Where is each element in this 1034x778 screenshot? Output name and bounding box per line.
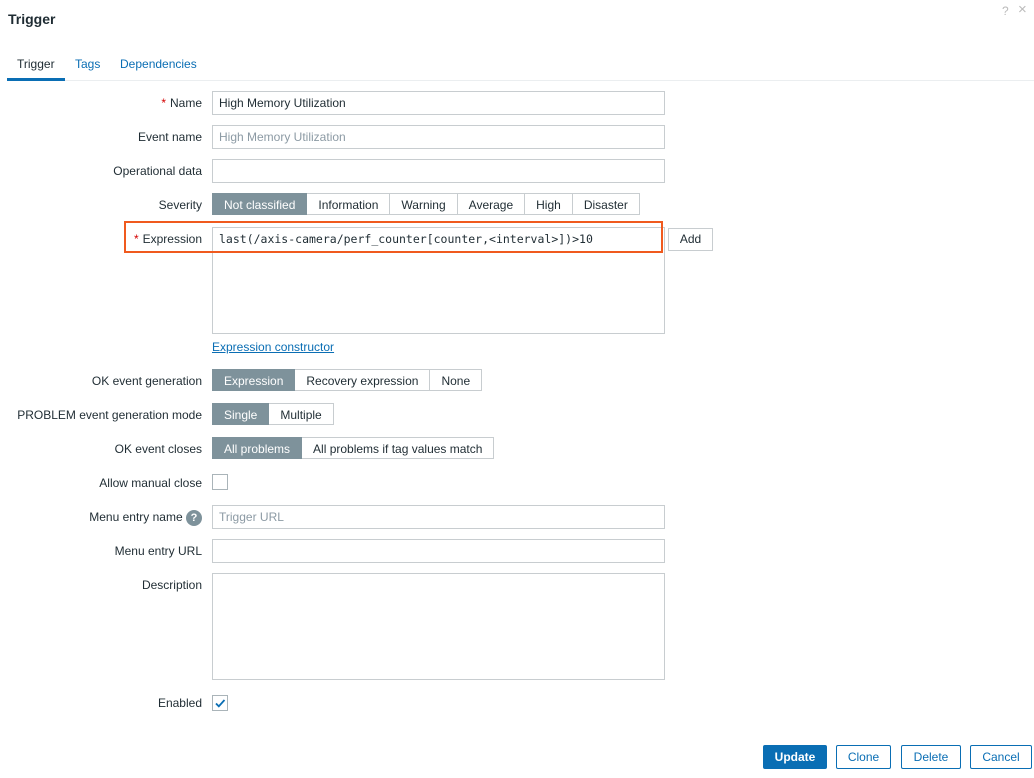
problem-mode-multiple[interactable]: Multiple [269, 403, 334, 425]
ok-closes-tag-match[interactable]: All problems if tag values match [302, 437, 495, 459]
ok-event-generation-label: OK event generation [91, 374, 202, 388]
operational-data-input[interactable] [212, 159, 665, 183]
menu-entry-url-label: Menu entry URL [114, 544, 202, 558]
delete-button[interactable]: Delete [901, 745, 961, 769]
ok-gen-recovery-expression[interactable]: Recovery expression [295, 369, 431, 391]
event-name-label: Event name [137, 130, 202, 144]
update-button[interactable]: Update [763, 745, 827, 769]
description-label: Description [141, 578, 202, 592]
problem-mode-selector: Single Multiple [212, 403, 334, 425]
expression-highlight-box [124, 221, 663, 253]
severity-selector: Not classified Information Warning Avera… [212, 193, 640, 215]
help-icon[interactable]: ? [1002, 4, 1009, 18]
ok-gen-none[interactable]: None [430, 369, 483, 391]
clone-button[interactable]: Clone [836, 745, 891, 769]
operational-data-label: Operational data [113, 164, 202, 178]
menu-entry-url-input[interactable] [212, 539, 665, 563]
allow-manual-close-label: Allow manual close [99, 476, 202, 490]
close-icon[interactable]: × [1018, 1, 1027, 18]
active-tab-indicator [7, 78, 65, 81]
ok-event-generation-selector: Expression Recovery expression None [212, 369, 483, 391]
add-expression-button[interactable]: Add [668, 228, 713, 251]
event-name-input[interactable]: High Memory Utilization [212, 125, 665, 149]
enabled-label: Enabled [157, 696, 202, 710]
help-icon[interactable]: ? [186, 509, 202, 526]
severity-label: Severity [158, 198, 202, 212]
allow-manual-close-checkbox[interactable] [212, 474, 228, 490]
tab-dependencies[interactable]: Dependencies [120, 57, 197, 71]
name-input[interactable]: High Memory Utilization [212, 91, 665, 115]
expression-constructor-link[interactable]: Expression constructor [212, 340, 334, 354]
menu-entry-name-input[interactable]: Trigger URL [212, 505, 665, 529]
tab-divider [7, 80, 1034, 81]
severity-average[interactable]: Average [457, 193, 526, 215]
name-label: * Name [161, 96, 202, 110]
tab-trigger[interactable]: Trigger [17, 57, 55, 71]
checkmark-icon [215, 699, 226, 708]
description-textarea[interactable] [212, 573, 665, 680]
ok-event-closes-label: OK event closes [114, 442, 202, 456]
severity-disaster[interactable]: Disaster [572, 193, 640, 215]
problem-mode-single[interactable]: Single [212, 403, 270, 425]
severity-warning[interactable]: Warning [390, 193, 458, 215]
menu-entry-name-label: Menu entry name ? [89, 505, 202, 529]
severity-not-classified[interactable]: Not classified [212, 193, 308, 215]
ok-gen-expression[interactable]: Expression [212, 369, 296, 391]
severity-high[interactable]: High [525, 193, 573, 215]
ok-closes-all-problems[interactable]: All problems [212, 437, 303, 459]
cancel-button[interactable]: Cancel [970, 745, 1032, 769]
severity-information[interactable]: Information [307, 193, 391, 215]
problem-mode-label: PROBLEM event generation mode [17, 408, 202, 422]
dialog-title: Trigger [8, 11, 56, 27]
tab-tags[interactable]: Tags [75, 57, 100, 71]
enabled-checkbox[interactable] [212, 695, 228, 711]
ok-event-closes-selector: All problems All problems if tag values … [212, 437, 495, 459]
